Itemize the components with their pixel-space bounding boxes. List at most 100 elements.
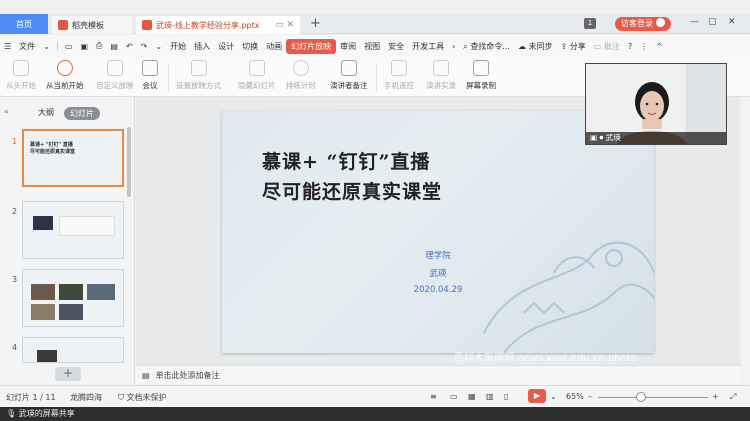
more-menu-icon[interactable]: ⋮ bbox=[636, 42, 652, 51]
guest-login-button[interactable]: 访客登录 bbox=[615, 17, 671, 31]
normal-view-icon[interactable]: ▭ bbox=[450, 392, 458, 401]
sync-status[interactable]: ☁ 未同步 bbox=[514, 41, 557, 52]
slide-thumbnail-1[interactable]: 慕课+ "钉钉" 直播 尽可能还原真实课堂 bbox=[22, 129, 124, 187]
thumb-image bbox=[59, 284, 83, 300]
slide-number: 4 bbox=[12, 343, 18, 352]
play-options-chevron-icon[interactable]: ⌄ bbox=[550, 392, 557, 401]
redo-icon[interactable]: ↷ bbox=[137, 42, 152, 51]
collapse-ribbon-icon[interactable]: ^ bbox=[652, 42, 667, 51]
add-slide-button[interactable]: + bbox=[55, 367, 81, 381]
zoom-slider-track[interactable] bbox=[598, 397, 708, 398]
close-icon[interactable]: ▭ ✕ bbox=[275, 20, 294, 30]
ribbon-setup-show[interactable]: 设置放映方式 bbox=[176, 60, 221, 91]
more-icon[interactable]: ⌄ bbox=[151, 42, 166, 51]
thumb-image bbox=[37, 350, 57, 362]
window-close-icon[interactable]: ✕ bbox=[728, 17, 736, 27]
menu-file-chevron-icon[interactable]: ⌄ bbox=[39, 42, 54, 51]
ribbon-rehearse-timing[interactable]: 排练计时 bbox=[286, 60, 316, 91]
custom-show-icon bbox=[106, 60, 123, 76]
slide-thumbnail-4[interactable] bbox=[22, 337, 124, 363]
ribbon-meeting[interactable]: 会议 bbox=[142, 60, 158, 91]
presenter-name: 武瑛 bbox=[605, 133, 621, 142]
hide-slide-icon bbox=[248, 60, 265, 76]
notes-toggle-icon[interactable]: ≡ bbox=[430, 392, 437, 401]
menu-tab-developer[interactable]: 开发工具 bbox=[408, 41, 448, 52]
zoom-out-icon[interactable]: – bbox=[588, 392, 592, 401]
slide-thumbnail-2[interactable] bbox=[22, 201, 124, 259]
tab-strip: 首页 稻壳模板 武瑛-线上教学经验分享.pptx ▭ ✕ + 1 访客登录 — … bbox=[0, 14, 750, 34]
thumb-image bbox=[59, 216, 115, 236]
reading-view-icon[interactable]: ▥ bbox=[486, 392, 494, 401]
scroll-right-icon[interactable]: › bbox=[448, 42, 459, 51]
minimize-icon[interactable]: — bbox=[690, 17, 699, 27]
ribbon-phone-remote[interactable]: 手机遥控 bbox=[384, 60, 414, 91]
notes-area[interactable]: ▤ 单击此处添加备注 bbox=[136, 365, 742, 385]
save-icon[interactable]: ▣ bbox=[76, 42, 92, 51]
zoom-level[interactable]: 65% bbox=[566, 392, 584, 401]
tab-template[interactable]: 稻壳模板 bbox=[52, 16, 132, 34]
menu-tab-transition[interactable]: 切换 bbox=[238, 41, 262, 52]
theme-name[interactable]: 龙腾四海 bbox=[70, 392, 102, 403]
play-slideshow-button[interactable]: ▶ bbox=[528, 389, 546, 403]
ribbon-presenter-notes[interactable]: 演讲者备注 bbox=[330, 60, 368, 91]
ribbon-custom-show[interactable]: 自定义放映 bbox=[96, 60, 134, 91]
help-icon[interactable]: ? bbox=[624, 42, 636, 51]
slide-author: 武瑛 bbox=[429, 269, 447, 279]
zoom-in-icon[interactable]: + bbox=[712, 392, 719, 401]
slide-thumbnail-3[interactable] bbox=[22, 269, 124, 327]
timer-icon bbox=[293, 60, 309, 76]
undo-icon[interactable]: ↶ bbox=[122, 42, 137, 51]
tab-document[interactable]: 武瑛-线上教学经验分享.pptx ▭ ✕ bbox=[136, 16, 300, 34]
menu-bar: ☰ 文件 ⌄ ▭ ▣ ⎙ ▤ ↶ ↷ ⌄ 开始 插入 设计 切换 动画 幻灯片放… bbox=[0, 35, 750, 57]
thumb-image bbox=[87, 284, 115, 300]
tab-slides[interactable]: 幻灯片 bbox=[64, 107, 100, 120]
hamburger-icon[interactable]: ☰ bbox=[0, 42, 15, 51]
share-button[interactable]: ⇪ 分享 bbox=[557, 41, 590, 52]
new-tab-icon[interactable]: + bbox=[310, 16, 321, 31]
setup-show-icon bbox=[190, 60, 207, 76]
menu-tab-insert[interactable]: 插入 bbox=[190, 41, 214, 52]
folder-icon[interactable]: ▭ bbox=[61, 42, 77, 51]
ribbon-screen-record[interactable]: 屏幕录制 bbox=[466, 60, 496, 91]
tab-outline[interactable]: 大纲 bbox=[38, 107, 54, 118]
menu-file[interactable]: 文件 bbox=[15, 41, 39, 52]
presenter-video[interactable]: ▣ ⏺ 武瑛 bbox=[585, 63, 727, 145]
maximize-icon[interactable]: ▢ bbox=[708, 17, 717, 27]
slide-organization: 理学院 bbox=[425, 251, 451, 261]
preview-icon[interactable]: ▤ bbox=[106, 42, 122, 51]
tab-home[interactable]: 首页 bbox=[0, 14, 48, 34]
protection-status[interactable]: ⛉ 文档未保护 bbox=[118, 392, 167, 403]
ribbon-from-beginning[interactable]: 从头开始 bbox=[6, 60, 36, 91]
presenter-notes-icon bbox=[340, 60, 357, 76]
thumbnail-scrollbar[interactable] bbox=[127, 127, 131, 197]
print-icon[interactable]: ⎙ bbox=[92, 41, 106, 51]
search-command[interactable]: ⌕ 查找命令... bbox=[459, 41, 514, 52]
ribbon-speech-record[interactable]: 演讲实录 bbox=[426, 60, 456, 91]
menu-tab-security[interactable]: 安全 bbox=[384, 41, 408, 52]
thumb-title: 慕课+ "钉钉" 直播 尽可能还原真实课堂 bbox=[30, 142, 76, 155]
sorter-view-icon[interactable]: ▦ bbox=[468, 392, 476, 401]
mic-icon: ⏺ bbox=[599, 133, 604, 142]
camera-icon: ▣ bbox=[590, 133, 598, 142]
menu-tab-start[interactable]: 开始 bbox=[166, 41, 190, 52]
screen-record-icon bbox=[473, 60, 489, 76]
dragon-decoration bbox=[483, 241, 654, 353]
ribbon-from-current[interactable]: 从当前开始 bbox=[46, 60, 84, 91]
divider bbox=[376, 63, 377, 91]
fit-window-icon[interactable]: ⤢ bbox=[730, 392, 736, 402]
comment-button[interactable]: ▭ 批注 bbox=[590, 41, 624, 52]
ribbon-hide-slide[interactable]: 隐藏幻灯片 bbox=[238, 60, 276, 91]
book-view-icon[interactable]: ▯ bbox=[504, 392, 508, 401]
canvas-vertical-scrollbar[interactable] bbox=[742, 97, 750, 385]
current-slide[interactable]: 慕课+ “钉钉”直播 尽可能还原真实课堂 理学院 武瑛 2020.04.29 bbox=[222, 111, 654, 353]
play-current-icon bbox=[56, 60, 73, 76]
slide-number: 2 bbox=[12, 207, 18, 216]
menu-tab-animation[interactable]: 动画 bbox=[262, 41, 286, 52]
menu-tab-view[interactable]: 视图 bbox=[360, 41, 384, 52]
zoom-slider-handle[interactable] bbox=[636, 392, 646, 402]
pptx-icon bbox=[142, 20, 152, 30]
menu-tab-design[interactable]: 设计 bbox=[214, 41, 238, 52]
menu-tab-review[interactable]: 审阅 bbox=[336, 41, 360, 52]
menu-tab-slideshow[interactable]: 幻灯片放映 bbox=[286, 38, 337, 54]
docer-icon bbox=[58, 20, 68, 30]
